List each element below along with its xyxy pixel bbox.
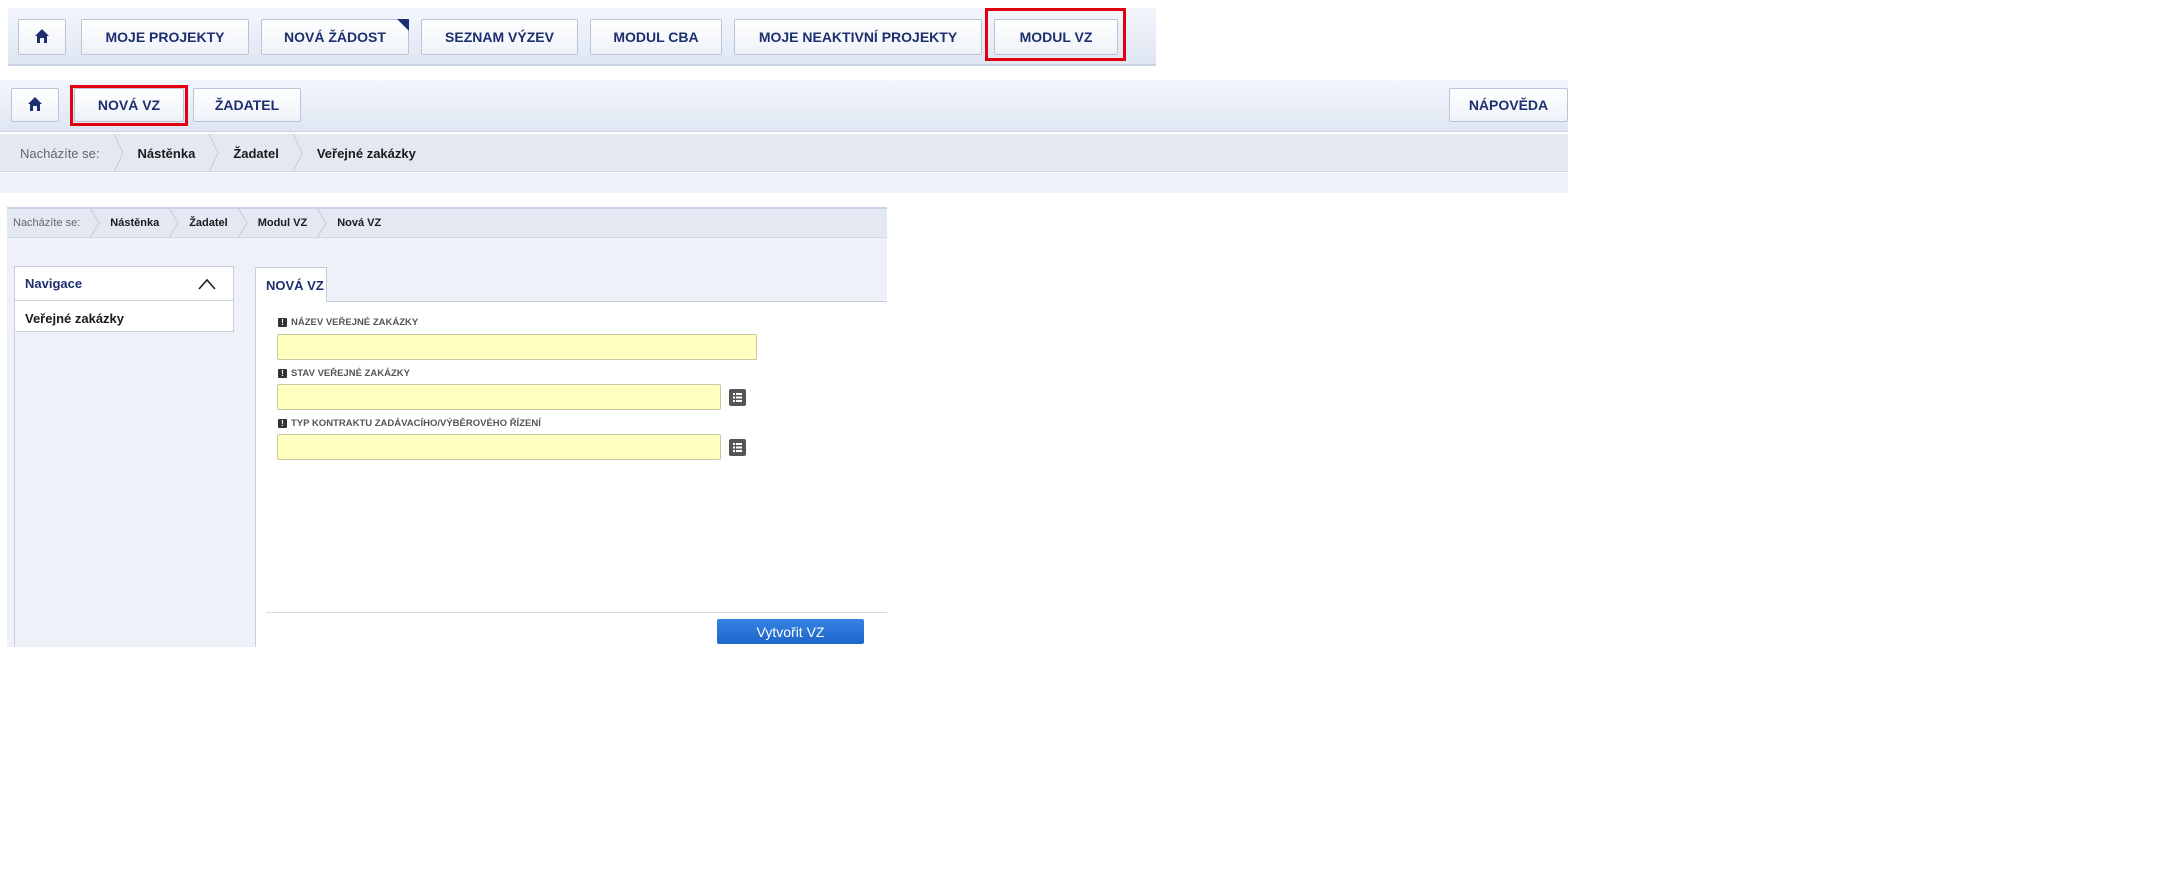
field-name-label-text: NÁZEV VEŘEJNÉ ZAKÁZKY [291, 317, 419, 328]
exclamation-icon: ! [278, 369, 287, 378]
home-icon [34, 28, 50, 47]
tab-new-vz-label: NOVÁ VZ [266, 278, 324, 293]
breadcrumb-separator [237, 208, 248, 238]
field-contract-type-label: ! TYP KONTRAKTU ZADÁVACÍHO/VÝBĚROVÉHO ŘÍ… [278, 418, 541, 429]
sidebar-divider [14, 333, 15, 647]
home-button[interactable] [18, 19, 66, 55]
chevron-up-icon[interactable] [198, 277, 216, 291]
field-status-label: ! STAV VEŘEJNÉ ZAKÁZKY [278, 368, 410, 379]
contract-type-input[interactable] [277, 434, 721, 460]
tab-new-vz[interactable]: NOVÁ VZ [255, 267, 327, 302]
nav-inactive-projects[interactable]: MOJE NEAKTIVNÍ PROJEKTY [734, 19, 982, 55]
field-name-label: ! NÁZEV VEŘEJNÉ ZAKÁZKY [278, 317, 418, 328]
breadcrumb-separator [113, 134, 124, 172]
breadcrumb-item-new-vz: Nová VZ [337, 217, 382, 229]
list-icon[interactable] [729, 389, 746, 406]
sidebar-item-public-contracts[interactable]: Veřejné zakázky [25, 311, 124, 326]
field-contract-type-label-text: TYP KONTRAKTU ZADÁVACÍHO/VÝBĚROVÉHO ŘÍZE… [291, 418, 541, 429]
contract-status-input[interactable] [277, 384, 721, 410]
help-button[interactable]: NÁPOVĚDA [1449, 88, 1568, 122]
breadcrumb-item-applicant[interactable]: Žadatel [219, 134, 293, 172]
contract-name-input[interactable] [277, 334, 757, 360]
breadcrumb-1-underlay [0, 173, 1568, 193]
breadcrumb-separator [292, 134, 303, 172]
breadcrumb-prefix: Nacházíte se: [20, 145, 100, 161]
breadcrumb-2: Nacházíte se: Nástěnka Žadatel Modul VZ … [7, 208, 391, 238]
highlight-new-vz [70, 85, 188, 126]
breadcrumb-item-dashboard[interactable]: Nástěnka [124, 134, 210, 172]
breadcrumb-1: Nacházíte se: Nástěnka Žadatel Veřejné z… [10, 134, 430, 172]
breadcrumb-prefix: Nacházíte se: [13, 217, 81, 229]
breadcrumb-item-dashboard[interactable]: Nástěnka [100, 208, 169, 238]
new-application-corner-marker [397, 19, 409, 31]
nav-module-cba[interactable]: MODUL CBA [590, 19, 722, 55]
exclamation-icon: ! [278, 318, 287, 327]
list-icon[interactable] [729, 439, 746, 456]
nav-new-application[interactable]: NOVÁ ŽÁDOST [261, 19, 409, 55]
home-button-2[interactable] [11, 88, 59, 122]
navigation-header[interactable]: Navigace [15, 267, 233, 301]
exclamation-icon: ! [278, 419, 287, 428]
nav-calls-list[interactable]: SEZNAM VÝZEV [421, 19, 578, 55]
highlight-module-vz [985, 8, 1126, 61]
nav-my-projects[interactable]: MOJE PROJEKTY [81, 19, 249, 55]
breadcrumb-separator [169, 208, 179, 238]
create-vz-button[interactable]: Vytvořit VZ [717, 619, 864, 644]
field-status-label-text: STAV VEŘEJNÉ ZAKÁZKY [291, 368, 410, 379]
navigation-panel: Navigace Veřejné zakázky [14, 266, 234, 332]
navigation-title: Navigace [25, 276, 83, 291]
breadcrumb-item-public-contracts: Veřejné zakázky [316, 145, 416, 161]
breadcrumb-separator [317, 208, 327, 238]
form-footer-divider [266, 612, 887, 613]
breadcrumb-separator [209, 134, 219, 172]
applicant-button[interactable]: ŽADATEL [193, 88, 301, 122]
breadcrumb-separator [90, 208, 100, 238]
home-icon [27, 96, 43, 115]
breadcrumb-item-applicant[interactable]: Žadatel [179, 208, 238, 238]
breadcrumb-item-module-vz[interactable]: Modul VZ [248, 208, 318, 238]
